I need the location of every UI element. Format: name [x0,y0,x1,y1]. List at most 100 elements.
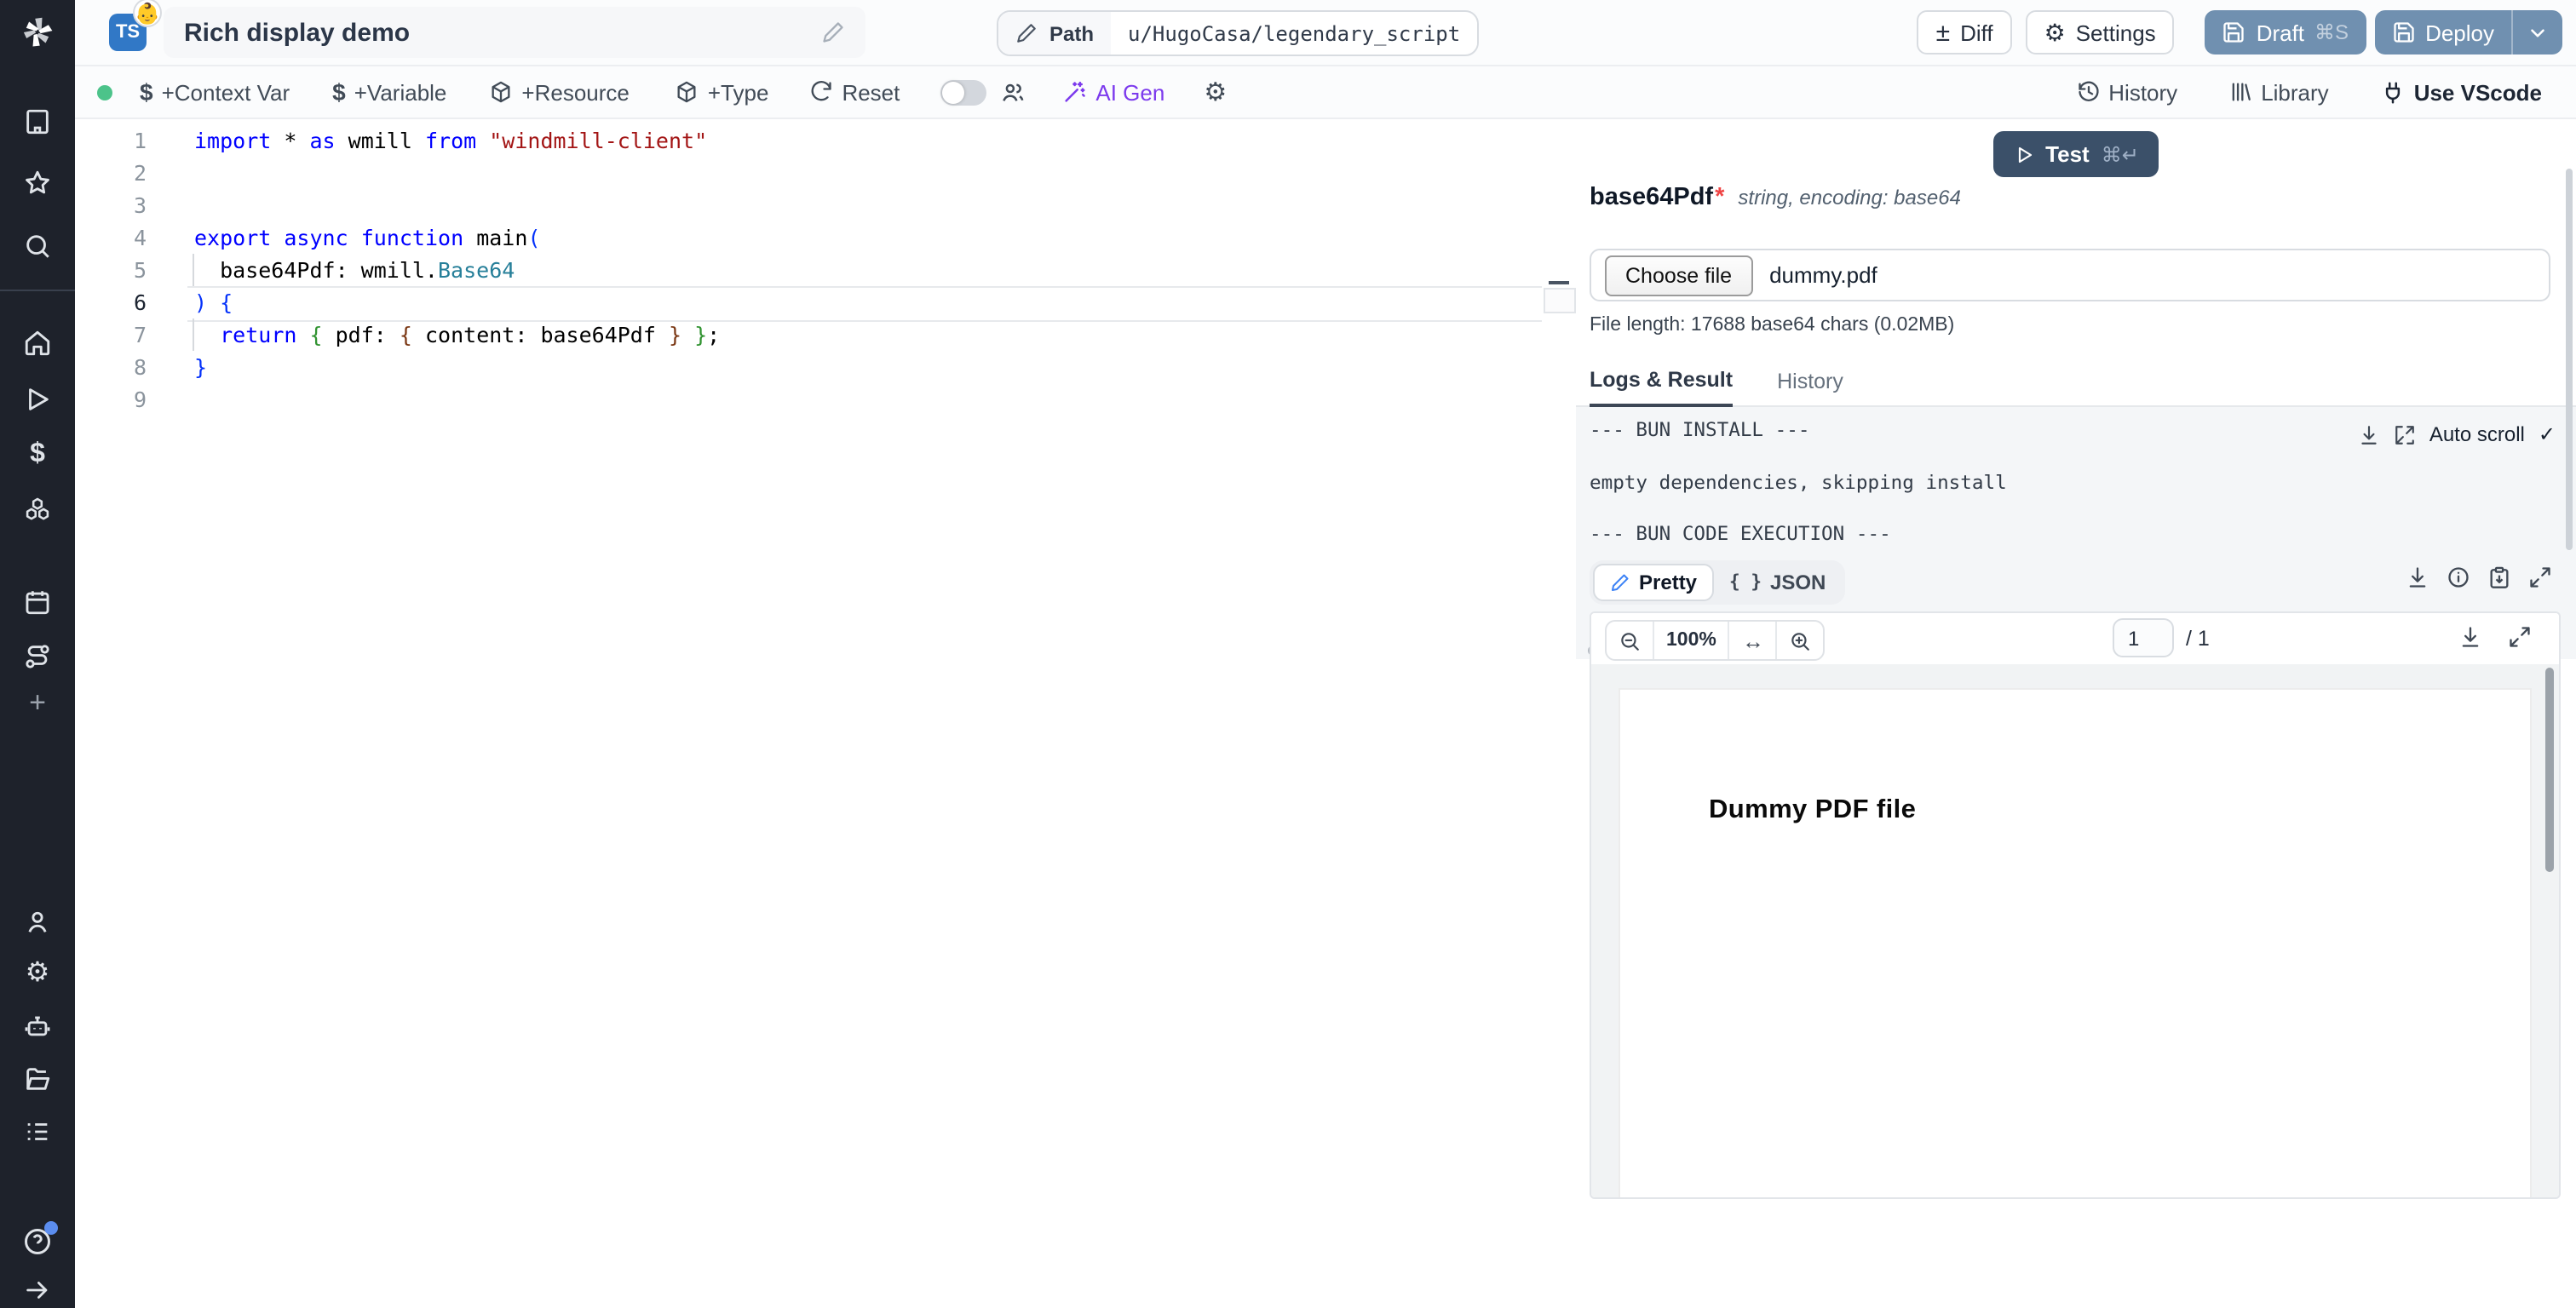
flows-route-icon[interactable] [23,642,52,671]
package-icon [489,80,513,104]
pdf-viewer: 100% ↔ / 1 [1590,611,2561,1199]
code-editor[interactable]: 123456789 import * as wmill from "windmi… [75,118,1578,1308]
diff-button[interactable]: ± Diff [1917,10,2012,54]
settings-gear-icon[interactable]: ⚙ [26,959,50,988]
diff-plusminus-icon: ± [1935,18,1951,47]
dollar-icon: $ [332,78,346,106]
ai-gen-button[interactable]: AI Gen [1061,79,1164,105]
path-label: Path [1049,21,1095,45]
tab-history[interactable]: History [1777,370,1843,405]
download-logs-icon[interactable] [2358,423,2380,445]
info-icon[interactable] [2447,565,2470,589]
zoom-in-icon[interactable] [1775,622,1824,659]
workers-robot-icon[interactable] [23,1012,52,1041]
download-pdf-icon[interactable] [2458,625,2482,649]
selected-file-name: dummy.pdf [1769,262,1877,288]
pdf-page: Dummy PDF file [1619,688,2532,1197]
deploy-split-button: Deploy [2374,10,2562,54]
variables-dollar-icon[interactable]: $ [30,439,45,468]
copy-clipboard-icon[interactable] [2487,565,2511,589]
windmill-logo-icon[interactable] [19,14,56,51]
favorites-star-icon[interactable] [23,169,52,198]
right-panel: Test ⌘↵ base64Pdf * string, encoding: bas… [1576,118,2576,1308]
pdf-zoom-level: 100% [1653,622,1728,659]
save-floppy-icon [2391,20,2415,44]
history-button[interactable]: History [2076,79,2177,105]
pdf-page-total: / 1 [2186,626,2210,650]
editor-settings-gear-icon[interactable]: ⚙ [1204,77,1227,107]
braces-icon: { } [1729,572,1762,593]
resources-boxes-icon[interactable] [23,496,52,525]
file-input[interactable]: Choose file dummy.pdf [1590,249,2550,301]
line-number-gutter: 123456789 [133,128,147,412]
pdf-toolbar: 100% ↔ / 1 [1591,613,2559,664]
script-title-box[interactable]: Rich display demo [164,7,865,58]
deploy-button[interactable]: Deploy [2374,10,2511,54]
diff-mode-toggle[interactable] [940,79,987,105]
download-result-icon[interactable] [2406,565,2429,589]
settings-button[interactable]: ⚙ Settings [2025,10,2175,54]
expand-logs-icon[interactable] [2394,423,2416,445]
dollar-icon: $ [140,78,153,106]
panel-vertical-scrollbar[interactable] [2566,169,2573,550]
result-view-switch: Pretty { } JSON [1590,560,1845,605]
tab-logs-result[interactable]: Logs & Result [1590,368,1734,407]
choose-file-button[interactable]: Choose file [1605,255,1753,295]
home-icon[interactable] [23,329,52,358]
required-asterisk: * [1715,184,1725,211]
zoom-out-icon[interactable] [1607,622,1653,659]
path-value: u/HugoCasa/legendary_script [1111,21,1478,45]
add-context-var-button[interactable]: $ +Context Var [140,78,290,106]
collapse-arrow-right-icon[interactable] [23,1276,52,1305]
reset-button[interactable]: Reset [809,79,900,105]
status-dot [97,84,112,100]
test-button[interactable]: Test ⌘↵ [1992,131,2159,177]
pdf-page-text: Dummy PDF file [1709,795,1917,824]
help-circle-icon[interactable] [22,1221,58,1257]
param-type: string, encoding: base64 [1738,186,1961,209]
typescript-badge: TS 👶 [109,0,160,51]
pdf-vertical-scrollbar[interactable] [2545,668,2554,872]
pdf-page-input[interactable] [2113,618,2174,657]
history-clock-icon [2076,80,2100,104]
auto-scroll-label[interactable]: Auto scroll [2429,422,2525,446]
owner-avatar-emoji: 👶 [135,0,160,26]
add-plus-icon[interactable]: + [29,688,46,717]
add-resource-button[interactable]: +Resource [489,79,630,105]
pdf-canvas-area[interactable]: Dummy PDF file [1591,664,2559,1197]
schedules-calendar-icon[interactable] [23,588,52,617]
magic-wand-icon [1061,79,1087,105]
draft-kbd: ⌘S [2314,20,2349,44]
editor-toolbar: $ +Context Var $ +Variable +Resource +Ty… [75,66,2576,119]
expand-result-icon[interactable] [2528,565,2552,589]
gear-icon: ⚙ [2044,19,2066,46]
page-title: Rich display demo [184,18,411,47]
folder-open-icon[interactable] [23,1064,52,1093]
param-name: base64Pdf * [1590,184,1725,211]
library-button[interactable]: Library [2228,79,2329,105]
path-chip[interactable]: Path u/HugoCasa/legendary_script [997,10,1480,56]
add-type-button[interactable]: +Type [676,79,768,105]
fit-width-icon[interactable]: ↔ [1728,622,1776,659]
minimap-overview-ruler[interactable] [1542,118,1576,1308]
minimap-slider[interactable] [1544,288,1576,313]
edit-title-pencil-icon[interactable] [821,20,845,44]
json-view-tab[interactable]: { } JSON [1714,565,1841,600]
edit-path-pencil-icon[interactable] [1015,22,1038,44]
add-variable-button[interactable]: $ +Variable [332,78,446,106]
package-icon [676,80,699,104]
user-icon[interactable] [23,908,52,937]
workspace-building-icon[interactable] [23,107,52,136]
audit-list-icon[interactable] [23,1117,52,1146]
draft-button[interactable]: Draft ⌘S [2205,10,2366,54]
plug-icon [2380,79,2406,105]
search-icon[interactable] [23,232,52,261]
sidebar-divider [0,290,75,291]
pretty-view-tab[interactable]: Pretty [1593,564,1715,601]
collaborators-users-icon[interactable] [1000,79,1026,105]
code-lines[interactable]: import * as wmill from "windmill-client"… [194,124,1538,416]
use-vscode-button[interactable]: Use VScode [2380,79,2542,105]
deploy-dropdown-chevron[interactable] [2511,10,2562,54]
expand-pdf-icon[interactable] [2508,625,2532,649]
runs-play-icon[interactable] [23,385,52,414]
